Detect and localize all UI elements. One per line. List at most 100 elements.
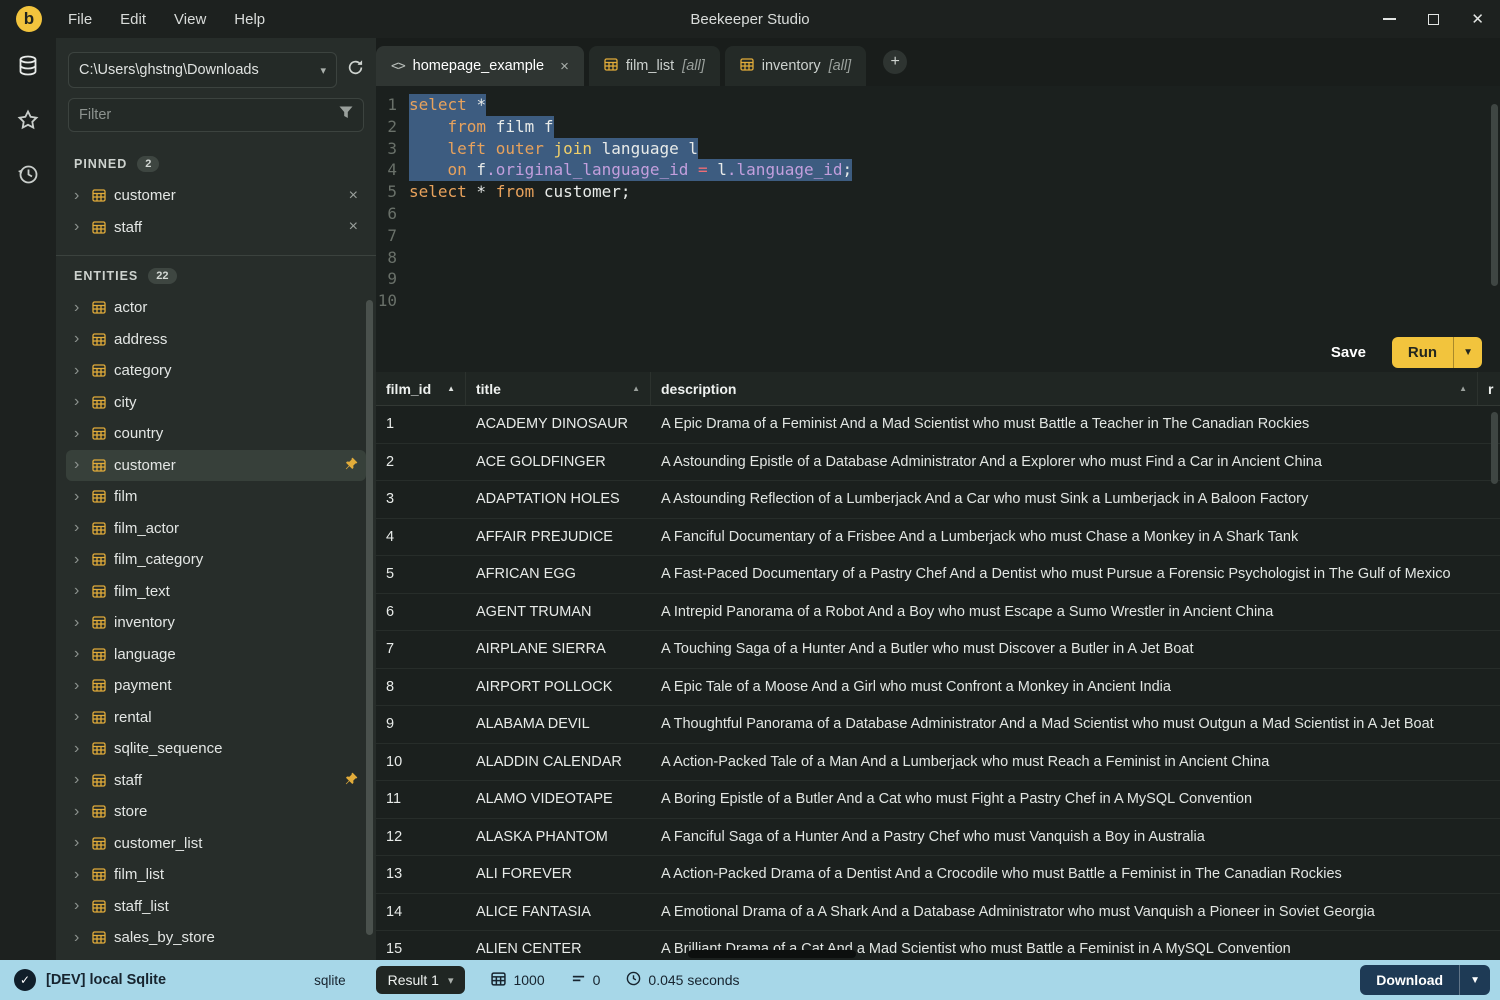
- table-row[interactable]: 8 AIRPORT POLLOCK A Epic Tale of a Moose…: [376, 669, 1500, 707]
- chevron-right-icon[interactable]: ›: [74, 867, 84, 883]
- results-vertical-scrollbar[interactable]: [1491, 412, 1498, 484]
- editor-tab[interactable]: inventory [all]: [725, 46, 866, 86]
- entity-table-item[interactable]: › inventory: [66, 607, 366, 639]
- save-button[interactable]: Save: [1321, 338, 1376, 367]
- entity-table-item[interactable]: › sqlite_sequence: [66, 733, 366, 765]
- result-selector[interactable]: Result 1 ▾: [376, 966, 466, 994]
- chevron-right-icon[interactable]: ›: [74, 835, 84, 851]
- entity-table-item[interactable]: › film_actor: [66, 513, 366, 545]
- chevron-right-icon[interactable]: ›: [74, 583, 84, 599]
- entity-table-item[interactable]: › staff: [66, 765, 366, 797]
- chevron-right-icon[interactable]: ›: [74, 457, 84, 473]
- chevron-right-icon[interactable]: ›: [74, 394, 84, 410]
- tab-close-icon[interactable]: ×: [560, 59, 569, 74]
- chevron-right-icon[interactable]: ›: [74, 300, 84, 316]
- chevron-right-icon[interactable]: ›: [74, 552, 84, 568]
- entity-table-item[interactable]: › film_category: [66, 544, 366, 576]
- table-row[interactable]: 12 ALASKA PHANTOM A Fanciful Saga of a H…: [376, 819, 1500, 857]
- filter-input[interactable]: [79, 107, 331, 123]
- table-row[interactable]: 9 ALABAMA DEVIL A Thoughtful Panorama of…: [376, 706, 1500, 744]
- entity-table-item[interactable]: › film_list: [66, 859, 366, 891]
- chevron-right-icon[interactable]: ›: [74, 709, 84, 725]
- column-header[interactable]: title ▲: [466, 372, 651, 405]
- entity-table-item[interactable]: › address: [66, 324, 366, 356]
- table-row[interactable]: 6 AGENT TRUMAN A Intrepid Panorama of a …: [376, 594, 1500, 632]
- filter-funnel-icon[interactable]: [339, 106, 353, 124]
- entity-table-item[interactable]: › staff_list: [66, 891, 366, 923]
- entity-table-item[interactable]: › rental: [66, 702, 366, 734]
- entity-table-item[interactable]: › country: [66, 418, 366, 450]
- column-header[interactable]: r: [1478, 372, 1500, 405]
- entity-table-item[interactable]: › payment: [66, 670, 366, 702]
- entity-table-item[interactable]: › actor: [66, 292, 366, 324]
- refresh-icon[interactable]: [347, 59, 364, 81]
- column-header[interactable]: description ▲: [651, 372, 1478, 405]
- chevron-right-icon[interactable]: ›: [74, 772, 84, 788]
- run-options-chevron-icon[interactable]: ▼: [1453, 337, 1482, 368]
- maximize-icon[interactable]: [1428, 14, 1439, 25]
- table-row[interactable]: 5 AFRICAN EGG A Fast-Paced Documentary o…: [376, 556, 1500, 594]
- download-button[interactable]: Download: [1360, 965, 1459, 995]
- entity-table-item[interactable]: › film_text: [66, 576, 366, 608]
- entity-table-item[interactable]: › store: [66, 796, 366, 828]
- unpin-close-icon[interactable]: ×: [349, 188, 358, 204]
- new-tab-button[interactable]: +: [883, 50, 907, 74]
- menu-item[interactable]: Help: [234, 11, 265, 28]
- column-header[interactable]: film_id ▲: [376, 372, 466, 405]
- run-button[interactable]: Run: [1392, 337, 1453, 368]
- table-row[interactable]: 13 ALI FOREVER A Action-Packed Drama of …: [376, 856, 1500, 894]
- entity-table-item[interactable]: › customer_list: [66, 828, 366, 860]
- chevron-right-icon[interactable]: ›: [74, 741, 84, 757]
- entity-table-item[interactable]: › sales_by_store: [66, 922, 366, 954]
- chevron-right-icon[interactable]: ›: [74, 331, 84, 347]
- results-horizontal-scrollbar[interactable]: [376, 950, 1500, 959]
- horizontal-scrollbar-thumb[interactable]: [688, 950, 856, 958]
- chevron-right-icon[interactable]: ›: [74, 646, 84, 662]
- chevron-right-icon[interactable]: ›: [74, 930, 84, 946]
- chevron-right-icon[interactable]: ›: [74, 188, 84, 204]
- entity-table-item[interactable]: › category: [66, 355, 366, 387]
- chevron-right-icon[interactable]: ›: [74, 898, 84, 914]
- table-row[interactable]: 11 ALAMO VIDEOTAPE A Boring Epistle of a…: [376, 781, 1500, 819]
- pinned-table-item[interactable]: › staff ×: [66, 212, 366, 244]
- table-row[interactable]: 2 ACE GOLDFINGER A Astounding Epistle of…: [376, 444, 1500, 482]
- chevron-right-icon[interactable]: ›: [74, 363, 84, 379]
- editor-tab[interactable]: <> homepage_example ×: [376, 46, 584, 86]
- table-row[interactable]: 10 ALADDIN CALENDAR A Action-Packed Tale…: [376, 744, 1500, 782]
- table-row[interactable]: 1 ACADEMY DINOSAUR A Epic Drama of a Fem…: [376, 406, 1500, 444]
- entity-table-item[interactable]: › film: [66, 481, 366, 513]
- chevron-right-icon[interactable]: ›: [74, 520, 84, 536]
- table-row[interactable]: 3 ADAPTATION HOLES A Astounding Reflecti…: [376, 481, 1500, 519]
- table-row[interactable]: 4 AFFAIR PREJUDICE A Fanciful Documentar…: [376, 519, 1500, 557]
- minimize-icon[interactable]: [1383, 18, 1396, 20]
- chevron-right-icon[interactable]: ›: [74, 489, 84, 505]
- menu-item[interactable]: Edit: [120, 11, 146, 28]
- chevron-right-icon[interactable]: ›: [74, 615, 84, 631]
- editor-line: 4 on f.original_language_id = l.language…: [376, 159, 1500, 181]
- menu-item[interactable]: File: [68, 11, 92, 28]
- connection-selector[interactable]: C:\Users\ghstng\Downloads ▾: [68, 52, 337, 88]
- download-options-chevron-icon[interactable]: ▼: [1459, 965, 1490, 995]
- unpin-close-icon[interactable]: ×: [349, 219, 358, 235]
- table-row[interactable]: 7 AIRPLANE SIERRA A Touching Saga of a H…: [376, 631, 1500, 669]
- chevron-right-icon[interactable]: ›: [74, 804, 84, 820]
- chevron-right-icon[interactable]: ›: [74, 426, 84, 442]
- pinned-table-item[interactable]: › customer ×: [66, 180, 366, 212]
- database-icon[interactable]: [14, 52, 42, 80]
- entity-table-item[interactable]: › language: [66, 639, 366, 671]
- history-icon[interactable]: [14, 160, 42, 188]
- chevron-right-icon[interactable]: ›: [74, 678, 84, 694]
- close-icon[interactable]: ✕: [1471, 12, 1484, 27]
- chevron-right-icon[interactable]: ›: [74, 219, 84, 235]
- editor-tab[interactable]: film_list [all]: [589, 46, 720, 86]
- table-row[interactable]: 14 ALICE FANTASIA A Emotional Drama of a…: [376, 894, 1500, 932]
- menu-item[interactable]: View: [174, 11, 206, 28]
- editor-scrollbar[interactable]: [1491, 104, 1498, 286]
- sidebar-scrollbar[interactable]: [366, 300, 373, 935]
- entity-table-item[interactable]: › city: [66, 387, 366, 419]
- favorites-star-icon[interactable]: [14, 106, 42, 134]
- pin-icon[interactable]: [345, 457, 358, 474]
- sql-editor[interactable]: 1 select * 2 from film f 3 left outer jo…: [376, 86, 1500, 332]
- pin-icon[interactable]: [345, 772, 358, 789]
- entity-table-item[interactable]: › customer: [66, 450, 366, 482]
